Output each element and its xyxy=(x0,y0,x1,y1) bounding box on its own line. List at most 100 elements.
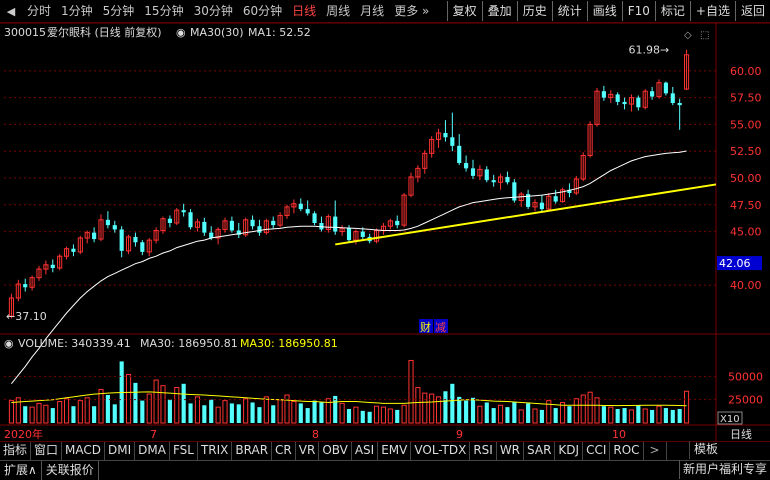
finance-tag: 财 xyxy=(420,320,431,334)
volume-bar-up xyxy=(125,373,132,424)
volume-bar-up xyxy=(153,379,159,424)
volume-bar-up xyxy=(291,401,297,424)
candle-body-down xyxy=(615,94,620,102)
volume-bar-up xyxy=(422,392,428,424)
volume-bar-up xyxy=(63,398,70,424)
indicator-tab-1[interactable]: 窗口 xyxy=(31,442,63,460)
volume-bar-down xyxy=(567,406,572,423)
indicator-tab-16[interactable]: SAR xyxy=(524,442,556,460)
indicator-tab-6[interactable]: TRIX xyxy=(198,442,233,460)
indicator-tab-3[interactable]: DMI xyxy=(105,442,136,460)
expand-button[interactable]: 扩展∧ xyxy=(0,461,42,480)
toolbar-button-3[interactable]: 统计 xyxy=(551,1,587,21)
volume-bar-up xyxy=(194,396,201,424)
indicator-tab-5[interactable]: FSL xyxy=(170,442,198,460)
indicator-tab-8[interactable]: CR xyxy=(272,442,296,460)
toolbar-button-2[interactable]: 历史 xyxy=(516,1,552,21)
candle-body-down xyxy=(50,264,55,268)
indicator-tab-2[interactable]: MACD xyxy=(62,442,106,460)
period-tab-1[interactable]: 1分钟 xyxy=(56,0,98,22)
indicator-tab-17[interactable]: KDJ xyxy=(555,442,584,460)
indicator-tab-7[interactable]: BRAR xyxy=(232,442,273,460)
high-label: 61.98→ xyxy=(629,44,670,57)
candle-body-down xyxy=(491,180,496,183)
volume-bar-up xyxy=(628,409,635,424)
candle-body-down xyxy=(464,163,469,169)
volume-tick: 50000 xyxy=(728,370,763,383)
period-tab-2[interactable]: 5分钟 xyxy=(98,0,140,22)
period-tab-8[interactable]: 月线 xyxy=(355,0,389,22)
related-quotes-button[interactable]: 关联报价 xyxy=(42,461,99,480)
volume-bar-up xyxy=(532,408,538,424)
volume-bar-up xyxy=(160,385,166,424)
volume-tick: 25000 xyxy=(728,394,763,407)
candle-body-down xyxy=(650,91,655,97)
period-tab-0[interactable]: 分时 xyxy=(22,0,56,22)
volume-bar-up xyxy=(373,405,380,424)
volume-bar-down xyxy=(257,407,262,423)
indicator-tab-12[interactable]: EMV xyxy=(378,442,412,460)
volume-bar-down xyxy=(636,405,641,423)
promo-link[interactable]: 新用户福利专享 xyxy=(678,460,770,479)
volume-bar-up xyxy=(57,401,63,424)
volume-bar-down xyxy=(360,410,365,423)
volume-bar-down xyxy=(553,408,558,423)
date-label: 10 xyxy=(612,428,626,441)
candle-body-down xyxy=(553,196,558,202)
volume-bar-down xyxy=(346,409,352,423)
candle-body-down xyxy=(505,176,510,183)
toolbar-button-8[interactable]: 返回 xyxy=(734,1,770,21)
indicator-tab-15[interactable]: WR xyxy=(497,442,525,460)
period-tab-9[interactable]: 更多 » xyxy=(389,0,434,22)
more-indicators-arrow[interactable]: > xyxy=(644,442,667,460)
indicator-tab-9[interactable]: VR xyxy=(296,442,320,460)
toolbar-button-7[interactable]: +自选 xyxy=(689,1,735,21)
template-button[interactable]: 模板 xyxy=(688,441,722,459)
top-toolbar: ◀ 分时 1分钟 5分钟 15分钟 30分钟 60分钟 日线 周线 月线 更多 » 复权 叠加 历史统… xyxy=(0,0,770,23)
volume-bar-down xyxy=(140,400,145,423)
volume-bar-up xyxy=(243,398,249,424)
volume-bar-down xyxy=(23,406,28,423)
toolbar-button-1[interactable]: 叠加 xyxy=(481,1,517,21)
volume-bar-down xyxy=(71,406,76,423)
indicator-tab-4[interactable]: DMA xyxy=(135,442,170,460)
toolbar-button-5[interactable]: F10 xyxy=(621,1,655,21)
tool-buttons: 复权 叠加 历史 统计 画线 F10 标记 +自选 返回 xyxy=(446,0,770,22)
candle-body-down xyxy=(105,219,110,226)
indicator-tab-0[interactable]: 指标 xyxy=(0,442,32,460)
candle-body-down xyxy=(250,219,255,227)
period-tab-4[interactable]: 30分钟 xyxy=(189,0,238,22)
volume-bar-down xyxy=(236,404,241,423)
period-tab-7[interactable]: 周线 xyxy=(321,0,355,22)
back-arrow-icon[interactable]: ◀ xyxy=(0,0,22,22)
indicator-tab-10[interactable]: OBV xyxy=(319,442,352,460)
volume-bar-down xyxy=(133,382,138,423)
volume-bar-down xyxy=(305,408,310,423)
indicator-tab-11[interactable]: ASI xyxy=(352,442,379,460)
toolbar-button-4[interactable]: 画线 xyxy=(586,1,622,21)
volume-bar-down xyxy=(484,402,489,423)
volume-bar-up xyxy=(174,387,180,424)
candle-body-down xyxy=(209,232,214,238)
volume-bar-up xyxy=(263,396,269,424)
price-tick: 47.50 xyxy=(730,199,762,212)
volume-bar-down xyxy=(470,397,476,423)
candle-body-down xyxy=(119,229,124,251)
indicator-tab-14[interactable]: RSI xyxy=(470,442,497,460)
toolbar-button-6[interactable]: 标记 xyxy=(654,1,690,21)
period-tab-5[interactable]: 60分钟 xyxy=(238,0,287,22)
toolbar-button-0[interactable]: 复权 xyxy=(446,1,482,21)
candle-body-down xyxy=(636,97,641,108)
indicator-tab-19[interactable]: ROC xyxy=(610,442,644,460)
candle-body-down xyxy=(23,284,28,288)
indicator-tab-18[interactable]: CCI xyxy=(583,442,611,460)
candle-body-down xyxy=(484,169,489,181)
kline-chart[interactable]: 300015 爱尔眼科 (日线 前复权) ◉ MA30(30) MA1: 52.52 ◇ ⬚… xyxy=(0,23,770,441)
period-tab-6[interactable]: 日线 xyxy=(287,0,321,22)
period-tab-3[interactable]: 15分钟 xyxy=(139,0,188,22)
price-tick: 40.00 xyxy=(730,279,762,292)
volume-bar-down xyxy=(167,399,172,423)
indicator-tab-13[interactable]: VOL-TDX xyxy=(411,442,471,460)
candle-body-down xyxy=(305,209,310,214)
candle-body-down xyxy=(298,203,303,210)
